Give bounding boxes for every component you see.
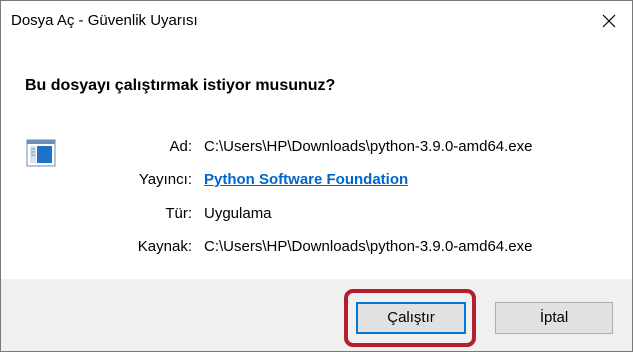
field-name-value: C:\Users\HP\Downloads\python-3.9.0-amd64…	[204, 138, 533, 155]
title-bar: Dosya Aç - Güvenlik Uyarısı	[1, 1, 632, 41]
field-type-label: Tür:	[165, 205, 192, 222]
close-icon	[602, 14, 616, 28]
publisher-link[interactable]: Python Software Foundation	[204, 170, 408, 190]
field-name: Ad: C:\Users\HP\Downloads\python-3.9.0-a…	[1, 137, 632, 157]
dialog-question: Bu dosyayı çalıştırmak istiyor musunuz?	[25, 77, 336, 94]
field-type-value: Uygulama	[204, 205, 272, 222]
field-publisher-label: Yayıncı:	[138, 171, 192, 188]
field-source: Kaynak: C:\Users\HP\Downloads\python-3.9…	[1, 237, 632, 257]
field-source-value: C:\Users\HP\Downloads\python-3.9.0-amd64…	[204, 238, 533, 255]
field-source-label: Kaynak:	[137, 238, 192, 255]
window-title: Dosya Aç - Güvenlik Uyarısı	[11, 12, 198, 29]
run-button[interactable]: Çalıştır	[356, 302, 466, 334]
close-button[interactable]	[586, 1, 632, 41]
dialog-footer: Çalıştır İptal	[1, 279, 632, 351]
field-name-label: Ad:	[169, 138, 192, 155]
dialog-content: Bu dosyayı çalıştırmak istiyor musunuz? …	[1, 41, 632, 279]
field-type: Tür: Uygulama	[1, 204, 632, 224]
security-warning-dialog: Dosya Aç - Güvenlik Uyarısı Bu dosyayı ç…	[0, 0, 633, 352]
field-publisher: Yayıncı: Python Software Foundation	[1, 170, 632, 190]
cancel-button[interactable]: İptal	[495, 302, 613, 334]
